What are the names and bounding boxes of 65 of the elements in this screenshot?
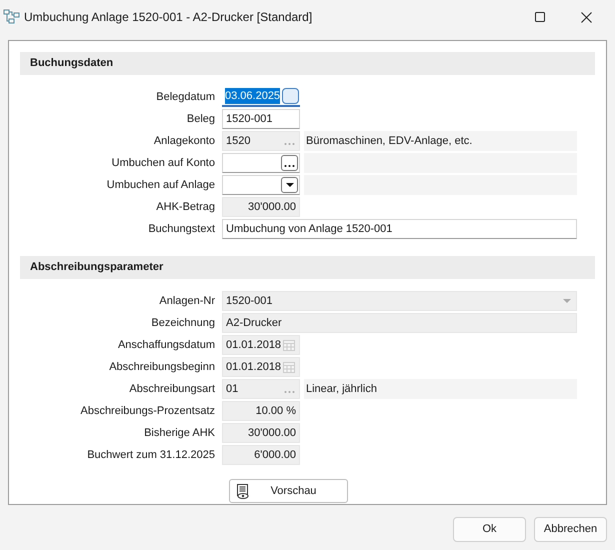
- calendar-icon: [283, 339, 295, 351]
- field-label: Umbuchen auf Konto: [110, 156, 216, 171]
- window-title: Umbuchung Anlage 1520-001 - A2-Drucker [Standard]: [24, 9, 312, 26]
- close-icon: [580, 12, 592, 22]
- calendar-button[interactable]: [282, 88, 299, 104]
- dialog-button[interactable]: Abbrechen: [534, 517, 607, 542]
- field-value: 6'000.00: [253, 448, 297, 463]
- field-label: Belegdatum: [155, 90, 216, 105]
- section-header: Abschreibungsparameter: [20, 256, 595, 279]
- input-field[interactable]: 01: [222, 379, 300, 399]
- field-value: 30'000.00: [247, 200, 297, 215]
- dropdown-field[interactable]: 1520-001: [222, 291, 577, 311]
- maximize-icon: [535, 12, 545, 22]
- browse-button[interactable]: [281, 155, 298, 171]
- field-label: Abschreibungs-Prozentsatz: [79, 404, 216, 419]
- caret-icon: [286, 183, 294, 187]
- field-value: 1520-001: [226, 294, 272, 309]
- field-label: Anlagen-Nr: [158, 294, 216, 309]
- ellipsis-icon: [284, 390, 295, 394]
- field-label: Bisherige AHK: [143, 426, 216, 441]
- calendar-icon: [283, 361, 295, 373]
- ellipsis-icon: [284, 142, 295, 146]
- field-label: Buchwert zum 31.12.2025: [86, 448, 216, 463]
- field-value: 1520-001: [226, 112, 272, 127]
- dialog-button[interactable]: Ok: [453, 517, 526, 542]
- input-field[interactable]: 1520: [222, 131, 300, 151]
- field-label: Beleg: [186, 112, 216, 127]
- field-value: 30'000.00: [247, 426, 297, 441]
- dropdown-field[interactable]: [222, 175, 300, 195]
- field-label: Bezeichnung: [150, 316, 216, 331]
- field-label: Abschreibungsart: [128, 382, 216, 397]
- field-label: Anschaffungsdatum: [116, 338, 216, 353]
- input-field[interactable]: 10.00 %: [222, 401, 300, 421]
- preview-button[interactable]: Vorschau: [229, 479, 348, 503]
- input-field[interactable]: 1520-001: [222, 109, 300, 129]
- field-label: AHK-Betrag: [155, 200, 216, 215]
- field-value: 01.01.2018: [226, 338, 282, 353]
- field-label: Anlagekonto: [152, 134, 216, 149]
- field-value: 1520: [226, 134, 250, 149]
- field-value: Umbuchung von Anlage 1520-001: [226, 222, 392, 237]
- description-field: Büromaschinen, EDV-Anlage, etc.: [304, 131, 577, 151]
- date-field[interactable]: 03.06.2025: [222, 87, 300, 107]
- input-field[interactable]: Umbuchung von Anlage 1520-001: [222, 219, 577, 239]
- field-value: 10.00 %: [254, 404, 297, 419]
- field-label: Buchungstext: [147, 222, 216, 237]
- input-field[interactable]: [222, 153, 300, 173]
- field-label: Umbuchen auf Anlage: [106, 178, 216, 193]
- input-field[interactable]: A2-Drucker: [222, 313, 577, 333]
- field-value: 01.01.2018: [226, 360, 282, 375]
- date-field[interactable]: 01.01.2018: [222, 357, 300, 377]
- field-value: 03.06.2025: [225, 88, 280, 104]
- input-field[interactable]: 30'000.00: [222, 423, 300, 443]
- ellipsis-icon: [284, 164, 295, 168]
- input-field[interactable]: 30'000.00: [222, 197, 300, 217]
- dropdown-button[interactable]: [281, 177, 298, 193]
- field-label: Abschreibungsbeginn: [108, 360, 216, 375]
- input-field[interactable]: 6'000.00: [222, 445, 300, 465]
- section-header: Buchungsdaten: [20, 52, 595, 75]
- field-value: A2-Drucker: [226, 316, 282, 331]
- preview-icon: [236, 484, 250, 498]
- app-icon: [3, 9, 21, 25]
- field-value: 01: [226, 382, 238, 397]
- date-field[interactable]: 01.01.2018: [222, 335, 300, 355]
- caret-icon: [562, 299, 570, 303]
- description-field: Linear, jährlich: [304, 379, 577, 399]
